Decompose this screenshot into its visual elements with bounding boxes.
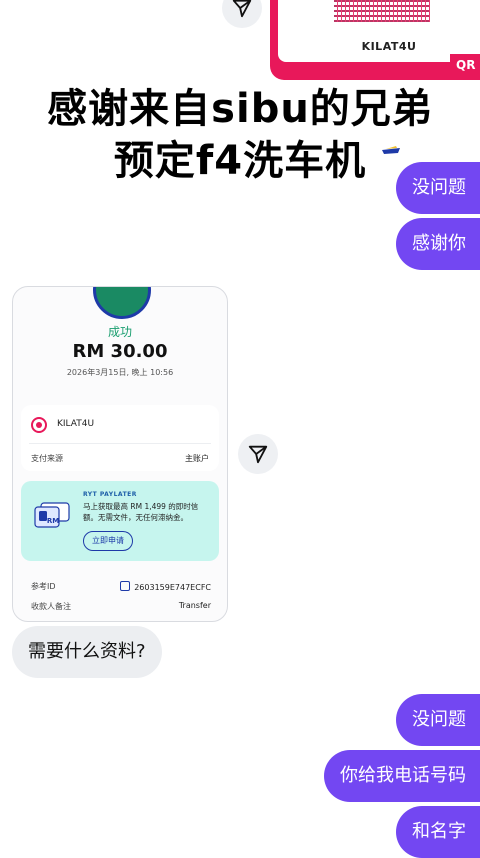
qr-tag: QR	[450, 54, 480, 76]
recipient-note-label: 收款人备注	[31, 602, 71, 611]
share-icon	[248, 445, 268, 464]
payment-source-label: 支付来源	[31, 454, 63, 463]
merchant-section: KILAT4U 支付来源 主账户	[21, 405, 219, 471]
payment-datetime: 2026年3月15日, 晚上 10:56	[66, 368, 174, 377]
share-button-receipt[interactable]	[238, 434, 278, 474]
copy-icon	[120, 581, 131, 591]
recipient-note-value: Transfer	[178, 601, 211, 610]
paylater-icon-label: RM	[47, 517, 59, 525]
payment-source-value: 主账户	[185, 454, 209, 463]
paylater-cards-icon: RM	[34, 502, 70, 528]
paylater-text: 马上获取最高 RM 1,499 的即时信额。无需文件，无任何滞纳金。	[83, 502, 199, 522]
chat-bubble-outgoing[interactable]: 没问题	[396, 694, 480, 746]
reference-id-text: 2603159E747ECFC	[134, 583, 211, 592]
share-icon	[232, 0, 252, 18]
caption-line-1: 感谢来自sibu的兄弟	[47, 86, 433, 132]
ship-emoji-icon	[382, 146, 400, 154]
share-button-top[interactable]	[222, 0, 262, 28]
qr-code-image	[334, 0, 430, 22]
payment-amount: RM 30.00	[72, 341, 168, 362]
payment-status: 成功	[107, 325, 132, 339]
chat-bubble-outgoing[interactable]: 你给我电话号码	[324, 750, 480, 802]
chat-bubble-outgoing[interactable]: 没问题	[396, 162, 480, 214]
chat-bubble-outgoing[interactable]: 和名字	[396, 806, 480, 858]
qr-merchant-name: KILAT4U	[361, 40, 417, 53]
paylater-title: RYT PAYLATER	[83, 491, 137, 498]
divider	[29, 443, 211, 444]
paylater-promo: RM RYT PAYLATER 马上获取最高 RM 1,499 的即时信额。无需…	[21, 481, 219, 561]
chat-bubble-incoming[interactable]: 需要什么资料?	[12, 626, 162, 678]
merchant-logo-icon	[31, 417, 47, 433]
reference-id-label: 参考ID	[31, 582, 56, 591]
reference-id-value: 2603159E747ECFC	[120, 581, 211, 592]
qr-card-body: KILAT4U	[278, 0, 480, 62]
merchant-name: KILAT4U	[57, 419, 95, 429]
apply-now-button[interactable]: 立即申请	[83, 531, 133, 551]
success-check-icon	[93, 287, 151, 319]
chat-bubble-outgoing[interactable]: 感谢你	[396, 218, 480, 270]
qr-card: KILAT4U QR	[270, 0, 480, 80]
payment-receipt-image[interactable]: 成功 RM 30.00 2026年3月15日, 晚上 10:56 KILAT4U…	[12, 286, 228, 622]
